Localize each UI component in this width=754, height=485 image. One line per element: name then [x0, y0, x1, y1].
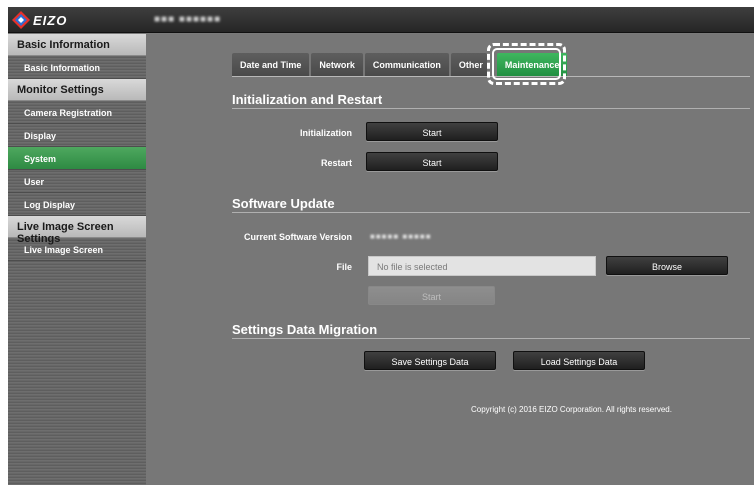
sidebar-item-display[interactable]: Display [8, 124, 146, 147]
current-version-value: ■■■■■ ■■■■■ [370, 232, 432, 241]
sidebar-item-log-display[interactable]: Log Display [8, 193, 146, 216]
sidebar-group-basic-information[interactable]: Basic Information [8, 34, 146, 56]
section-divider [232, 108, 750, 109]
file-path-field[interactable]: No file is selected [368, 256, 596, 276]
tab-date-and-time[interactable]: Date and Time [232, 53, 310, 76]
sidebar-item-user[interactable]: User [8, 170, 146, 193]
maintenance-tab-highlight [487, 43, 566, 85]
current-version-label: Current Software Version [243, 232, 352, 242]
initialization-start-button[interactable]: Start [366, 122, 498, 141]
browse-button[interactable]: Browse [606, 256, 728, 275]
app-window: EIZO ■■■ ■■■■■■ Basic Information Basic … [8, 7, 754, 485]
tab-other[interactable]: Other [450, 53, 487, 76]
sidebar-group-monitor-settings[interactable]: Monitor Settings [8, 79, 146, 101]
section-title-settings-migration: Settings Data Migration [232, 322, 378, 337]
section-title-initialization: Initialization and Restart [232, 92, 383, 107]
section-title-software-update: Software Update [232, 196, 335, 211]
logo-text: EIZO [33, 12, 68, 28]
header-bar: EIZO ■■■ ■■■■■■ [8, 7, 754, 33]
file-label: File [336, 262, 352, 272]
load-settings-data-button[interactable]: Load Settings Data [513, 351, 645, 370]
eizo-diamond-icon [12, 11, 30, 29]
sidebar-group-live-image-screen-settings[interactable]: Live Image Screen Settings [8, 216, 146, 245]
update-start-button[interactable]: Start [368, 286, 495, 305]
restart-label: Restart [320, 158, 352, 168]
sidebar-item-camera-registration[interactable]: Camera Registration [8, 101, 146, 124]
eizo-logo[interactable]: EIZO [12, 11, 67, 29]
copyright-text: Copyright (c) 2016 EIZO Corporation. All… [471, 405, 672, 414]
section-divider [232, 212, 750, 213]
sidebar-item-basic-information[interactable]: Basic Information [8, 56, 146, 79]
tab-network[interactable]: Network [311, 53, 363, 76]
section-divider [232, 338, 750, 339]
sidebar-item-system[interactable]: System [8, 147, 146, 170]
initialization-label: Initialization [299, 128, 352, 138]
main-content: Date and Time Network Communication Othe… [146, 34, 754, 485]
save-settings-data-button[interactable]: Save Settings Data [364, 351, 496, 370]
sidebar: Basic Information Basic Information Moni… [8, 34, 146, 485]
tab-communication[interactable]: Communication [364, 53, 449, 76]
device-name: ■■■ ■■■■■■ [154, 14, 222, 25]
restart-start-button[interactable]: Start [366, 152, 498, 171]
